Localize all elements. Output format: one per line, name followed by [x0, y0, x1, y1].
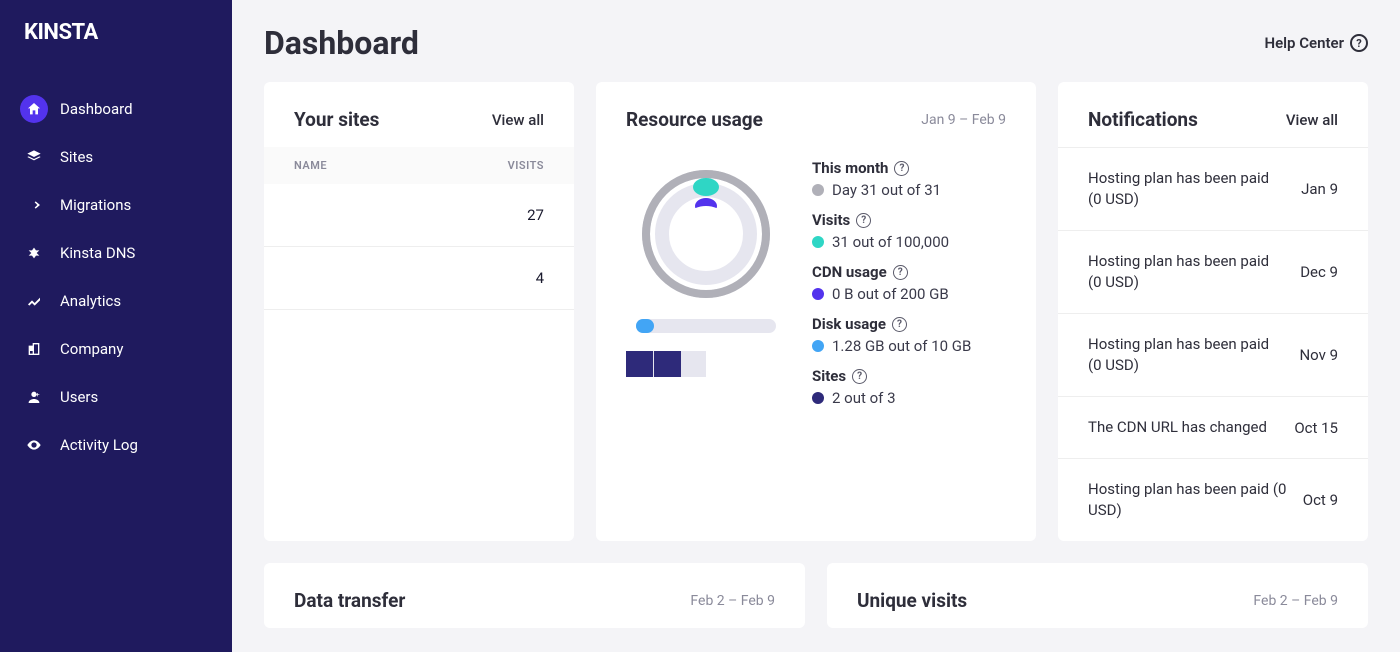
dot-icon [812, 288, 824, 300]
sidebar-item-label: Analytics [60, 292, 121, 310]
sidebar-item-dns[interactable]: Kinsta DNS [0, 229, 232, 277]
info-icon[interactable]: ? [894, 161, 909, 176]
main-content: Dashboard Help Center ? Your sites View … [232, 0, 1400, 652]
unique-visits-card: Unique visits Feb 2 – Feb 9 [827, 563, 1368, 628]
notification-item[interactable]: Hosting plan has been paid (0 USD) Dec 9 [1058, 230, 1368, 313]
migrate-icon [20, 191, 48, 219]
col-visits: VISITS [508, 159, 544, 172]
table-row[interactable]: 27 [264, 184, 574, 247]
help-center-label: Help Center [1264, 34, 1344, 52]
sidebar-item-company[interactable]: Company [0, 325, 232, 373]
col-name: NAME [294, 159, 327, 172]
table-row[interactable]: 4 [264, 247, 574, 310]
info-icon[interactable]: ? [893, 265, 908, 280]
ring-chart [641, 169, 771, 299]
company-icon [20, 335, 48, 363]
topbar: Dashboard Help Center ? [264, 24, 1368, 62]
metric-sites: Sites? 2 out of 3 [812, 367, 1006, 407]
resource-title: Resource usage [626, 108, 763, 131]
dot-icon [812, 392, 824, 404]
home-icon [20, 95, 48, 123]
metric-cdn: CDN usage? 0 B out of 200 GB [812, 263, 1006, 303]
sidebar: KINSTA Dashboard Sites Migrations Kinsta… [0, 0, 232, 652]
info-icon[interactable]: ? [856, 213, 871, 228]
notification-item[interactable]: Hosting plan has been paid (0 USD) Nov 9 [1058, 313, 1368, 396]
info-icon[interactable]: ? [852, 369, 867, 384]
data-transfer-card: Data transfer Feb 2 – Feb 9 [264, 563, 805, 628]
page-title: Dashboard [264, 24, 419, 62]
notifications-view-all[interactable]: View all [1286, 111, 1338, 129]
help-icon: ? [1350, 34, 1368, 52]
unique-visits-date-range: Feb 2 – Feb 9 [1253, 593, 1338, 609]
sidebar-item-label: Sites [60, 148, 93, 166]
sidebar-item-label: Company [60, 340, 123, 358]
notification-item[interactable]: Hosting plan has been paid (0 USD) Oct 9 [1058, 458, 1368, 541]
site-visits: 27 [527, 206, 544, 224]
sidebar-item-label: Kinsta DNS [60, 244, 135, 262]
notifications-title: Notifications [1088, 108, 1198, 131]
dns-icon [20, 239, 48, 267]
sidebar-item-label: Users [60, 388, 98, 406]
your-sites-title: Your sites [294, 108, 379, 131]
your-sites-view-all[interactable]: View all [492, 111, 544, 129]
info-icon[interactable]: ? [892, 317, 907, 332]
metric-disk: Disk usage? 1.28 GB out of 10 GB [812, 315, 1006, 355]
dot-icon [812, 236, 824, 248]
sidebar-item-dashboard[interactable]: Dashboard [0, 85, 232, 133]
sidebar-item-label: Dashboard [60, 100, 133, 118]
brand-text: KINSTA [24, 20, 98, 45]
metric-visits: Visits? 31 out of 100,000 [812, 211, 1006, 251]
sidebar-item-users[interactable]: Users [0, 373, 232, 421]
eye-icon [20, 431, 48, 459]
resource-gauges [626, 159, 786, 419]
sidebar-item-label: Migrations [60, 196, 131, 214]
notifications-card: Notifications View all Hosting plan has … [1058, 82, 1368, 541]
notification-item[interactable]: The CDN URL has changed Oct 15 [1058, 396, 1368, 458]
your-sites-card: Your sites View all NAME VISITS 27 4 [264, 82, 574, 541]
analytics-icon [20, 287, 48, 315]
users-icon [20, 383, 48, 411]
dot-icon [812, 184, 824, 196]
sites-usage-bar [626, 351, 706, 377]
site-visits: 4 [536, 269, 544, 287]
sidebar-item-sites[interactable]: Sites [0, 133, 232, 181]
resource-date-range: Jan 9 – Feb 9 [921, 112, 1006, 128]
notification-item[interactable]: Hosting plan has been paid (0 USD) Jan 9 [1058, 147, 1368, 230]
sidebar-item-migrations[interactable]: Migrations [0, 181, 232, 229]
layers-icon [20, 143, 48, 171]
metric-this-month: This month? Day 31 out of 31 [812, 159, 1006, 199]
unique-visits-title: Unique visits [857, 589, 967, 612]
sidebar-item-label: Activity Log [60, 436, 138, 454]
sidebar-nav: Dashboard Sites Migrations Kinsta DNS An… [0, 85, 232, 469]
logo[interactable]: KINSTA [0, 20, 232, 85]
data-transfer-title: Data transfer [294, 589, 405, 612]
dot-icon [812, 340, 824, 352]
help-center-link[interactable]: Help Center ? [1264, 34, 1368, 52]
sidebar-item-activity-log[interactable]: Activity Log [0, 421, 232, 469]
disk-usage-bar [636, 319, 776, 333]
data-transfer-date-range: Feb 2 – Feb 9 [690, 593, 775, 609]
resource-usage-card: Resource usage Jan 9 – Feb 9 [596, 82, 1036, 541]
sites-table-header: NAME VISITS [264, 147, 574, 184]
resource-metrics: This month? Day 31 out of 31 Visits? 31 … [812, 159, 1006, 419]
sidebar-item-analytics[interactable]: Analytics [0, 277, 232, 325]
